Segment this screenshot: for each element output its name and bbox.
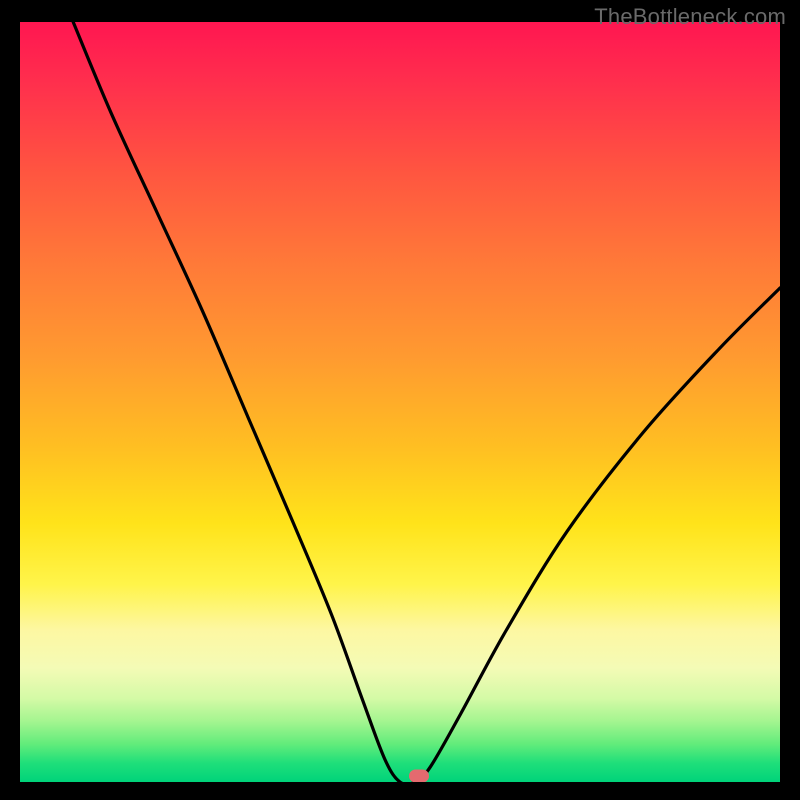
watermark-text: TheBottleneck.com	[594, 4, 786, 30]
optimal-point-marker	[409, 769, 429, 782]
plot-area	[20, 22, 780, 782]
chart-frame: TheBottleneck.com	[0, 0, 800, 800]
bottleneck-curve	[20, 22, 780, 782]
